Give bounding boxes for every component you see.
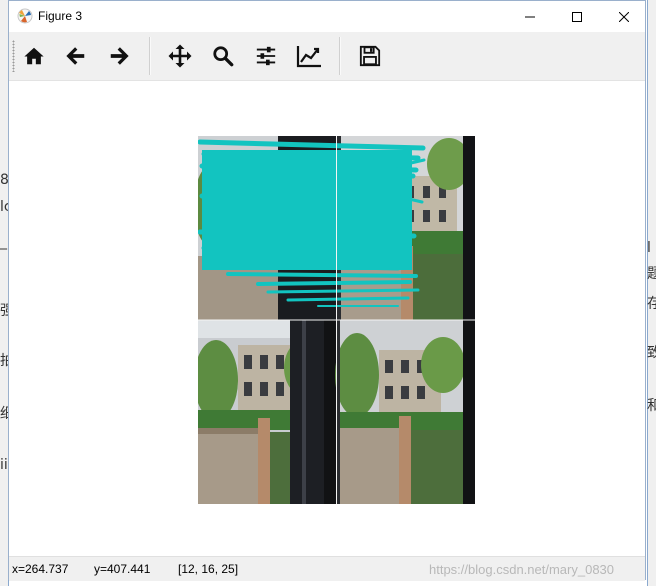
toolbar-grip[interactable] [12, 40, 15, 72]
home-icon [24, 47, 44, 65]
background-text: 和 [647, 398, 656, 414]
watermark-text: https://blog.csdn.net/mary_0830 [429, 562, 615, 577]
minimize-icon [525, 16, 535, 17]
window-title: Figure 3 [38, 9, 83, 23]
minimize-button[interactable] [507, 1, 553, 32]
home-button[interactable] [18, 40, 50, 72]
figure-window: Figure 3 x=264.737 y=407.441 [12, 16, 25… [8, 0, 646, 581]
title-bar[interactable]: Figure 3 [9, 1, 645, 32]
background-text: _ [0, 234, 7, 250]
toolbar-separator [339, 37, 341, 75]
background-text: ii [0, 457, 8, 473]
close-icon [619, 11, 629, 22]
forward-button[interactable] [103, 40, 135, 72]
toolbar-separator [149, 37, 151, 75]
cursor-y-readout: y=407.441 [94, 562, 151, 576]
background-text: l [647, 240, 651, 256]
save-button[interactable] [354, 40, 386, 72]
zoom-button[interactable] [207, 40, 239, 72]
close-button[interactable] [601, 1, 647, 32]
status-bar: x=264.737 y=407.441 [12, 16, 25] https:/… [9, 556, 645, 581]
magnifier-icon [213, 46, 234, 67]
image-grid[interactable] [198, 136, 475, 504]
maximize-icon [572, 11, 582, 22]
arrow-right-icon [110, 47, 129, 65]
panel-bottom-right [335, 320, 475, 504]
background-text: 题 [647, 266, 656, 282]
pixel-value-readout: [12, 16, 25] [178, 562, 239, 576]
maximize-button[interactable] [554, 1, 600, 32]
sliders-icon [256, 46, 276, 66]
floppy-disk-icon [359, 45, 381, 67]
figure-canvas[interactable] [9, 81, 645, 556]
matplotlib-icon [17, 8, 33, 24]
pan-button[interactable] [164, 40, 196, 72]
cursor-x-readout: x=264.737 [12, 562, 69, 576]
background-text: 致 [647, 345, 656, 361]
arrow-left-icon [66, 47, 85, 65]
move-icon [168, 44, 192, 68]
subplots-button[interactable] [250, 40, 282, 72]
axes-edit-button[interactable] [293, 40, 325, 72]
image-plot [198, 136, 475, 504]
panel-bottom-left [198, 320, 336, 504]
navigation-toolbar [9, 32, 645, 81]
line-chart-icon [296, 46, 321, 68]
background-text: 存 [647, 296, 656, 312]
back-button[interactable] [60, 40, 92, 72]
